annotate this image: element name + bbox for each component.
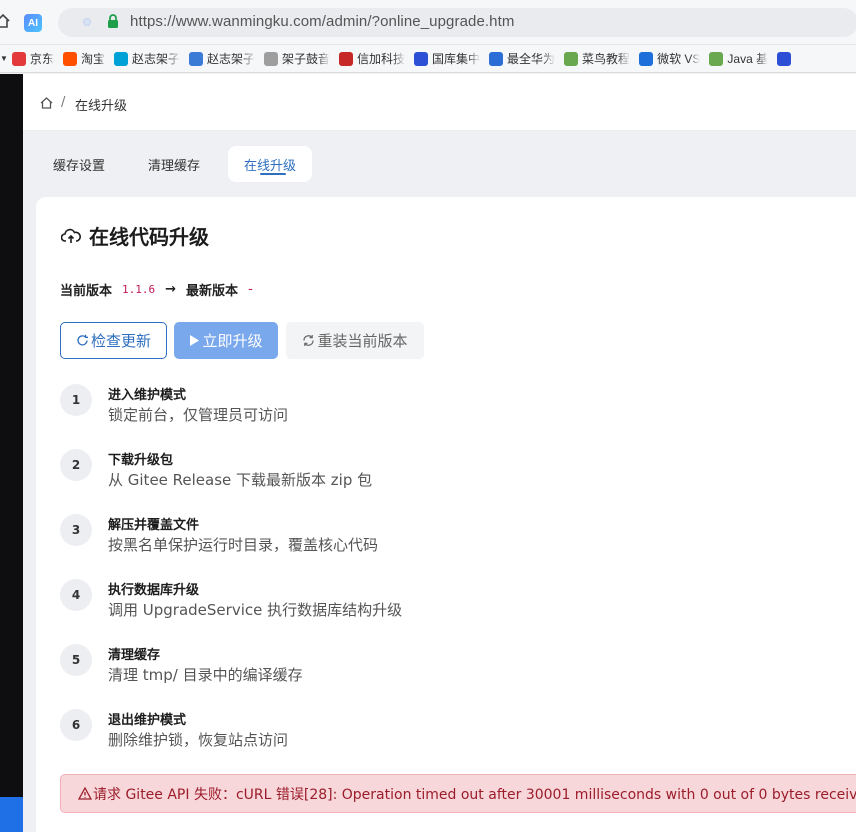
upgrade-now-label: 立即升级	[202, 332, 263, 350]
grid-icon	[489, 51, 504, 66]
breadcrumb-current: 在线升级	[75, 99, 128, 114]
check-update-button[interactable]: 检查更新	[60, 322, 167, 359]
step-description: 删除维护锁，恢复站点访问	[108, 731, 289, 749]
douyin-icon	[188, 51, 203, 66]
current-version-value: 1.1.6	[122, 283, 156, 296]
bookmarks-overflow-arrow-icon[interactable]: ▼	[0, 45, 8, 72]
bookmark-item[interactable]: 信加科技	[339, 45, 406, 72]
reload-icon	[303, 335, 315, 346]
step-number: 2	[60, 449, 92, 481]
reinstall-label: 重装当前版本	[317, 332, 408, 350]
bookmark-item[interactable]: 淘宝	[62, 45, 105, 72]
bookmark-label: 架子鼓音	[281, 52, 330, 66]
error-message: 请求 Gitee API 失败：cURL 错误[28]: Operation t…	[93, 786, 856, 803]
bookmark-label: 京东	[29, 52, 54, 66]
current-version-label: 当前版本	[60, 284, 113, 299]
step-item: 4 执行数据库升级 调用 UpgradeService 执行数据库结构升级	[60, 579, 760, 629]
breadcrumb-separator: /	[61, 95, 66, 110]
runoob-icon	[709, 51, 724, 66]
bookmark-label: Java 基	[727, 52, 769, 66]
bookmark-label: 微软 VS	[657, 52, 701, 66]
reinstall-button[interactable]: 重装当前版本	[286, 322, 424, 359]
step-number: 5	[60, 644, 92, 676]
step-number: 4	[60, 579, 92, 611]
bilibili-icon	[113, 51, 128, 66]
step-description: 按黑名单保护运行时目录，覆盖核心代码	[108, 536, 379, 554]
jd-icon	[11, 51, 26, 66]
latest-version-value: -	[248, 282, 253, 297]
paw-icon	[777, 51, 792, 66]
step-title: 退出维护模式	[108, 713, 187, 728]
bookmark-label: 国库集中	[432, 52, 481, 66]
taobao-icon	[62, 51, 77, 66]
version-info: 当前版本 1.1.6 → 最新版本 -	[60, 280, 253, 299]
step-description: 锁定前台，仅管理员可访问	[108, 406, 289, 424]
lock-icon[interactable]	[107, 14, 119, 28]
step-number: 6	[60, 709, 92, 741]
bookmark-label: 菜鸟教程	[582, 52, 631, 66]
step-item: 3 解压并覆盖文件 按黑名单保护运行时目录，覆盖核心代码	[60, 514, 760, 564]
step-number: 3	[60, 514, 92, 546]
step-item: 5 清理缓存 清理 tmp/ 目录中的编译缓存	[60, 644, 760, 694]
bookmark-label: 最全华为	[507, 52, 556, 66]
step-title: 执行数据库升级	[108, 583, 200, 598]
ai-assistant-icon[interactable]: AI	[24, 14, 42, 32]
refresh-icon	[77, 334, 88, 346]
bookmark-item[interactable]: 最全华为	[489, 45, 556, 72]
step-description: 调用 UpgradeService 执行数据库结构升级	[108, 601, 403, 619]
page-title-text: 在线代码升级	[89, 225, 209, 249]
page-title: 在线代码升级	[61, 221, 209, 250]
warning-icon	[78, 787, 92, 800]
vscode-icon	[639, 51, 654, 66]
bookmark-item[interactable]: 架子鼓音	[263, 45, 330, 72]
step-item: 2 下载升级包 从 Gitee Release 下载最新版本 zip 包	[60, 449, 760, 499]
bookmark-item[interactable]: 京东	[11, 45, 54, 72]
error-alert: 请求 Gitee API 失败：cURL 错误[28]: Operation t…	[60, 774, 856, 813]
bookmark-label: 赵志架子	[206, 52, 255, 66]
brand-icon	[339, 51, 353, 66]
step-number: 1	[60, 384, 92, 416]
version-arrow: →	[165, 282, 177, 297]
bookmarks-bar: ▼ 京东 淘宝 赵志架子 赵志架子 架子鼓音 信加科技 国库集中 最全华为 菜鸟教程 微软 VS Ja…	[0, 45, 856, 73]
bookmark-item[interactable]: Java 基	[709, 45, 769, 72]
bookmark-label: 信加科技	[357, 52, 406, 66]
play-icon	[190, 335, 200, 346]
browser-address-bar: AI https://www.wanmingku.com/admin/?onli…	[0, 0, 856, 45]
bookmark-item[interactable]: 菜鸟教程	[564, 45, 631, 72]
top-header: / 在线升级	[23, 74, 856, 131]
home-icon[interactable]	[0, 14, 10, 28]
home-icon[interactable]	[40, 97, 53, 109]
step-title: 解压并覆盖文件	[108, 518, 200, 533]
bookmark-item[interactable]: 赵志架子	[113, 45, 180, 72]
bookmark-item[interactable]: 赵志架子	[188, 45, 255, 72]
bookmark-item[interactable]	[777, 45, 795, 72]
paw-icon	[414, 51, 429, 66]
tab-online-upgrade[interactable]: 在线升级	[228, 146, 313, 182]
step-description: 清理 tmp/ 目录中的编译缓存	[108, 666, 303, 684]
url-text[interactable]: https://www.wanmingku.com/admin/?online_…	[130, 13, 514, 30]
bookmark-item[interactable]: 国库集中	[414, 45, 481, 72]
tab-cache-settings[interactable]: 缓存设置	[37, 146, 121, 182]
step-title: 下载升级包	[108, 453, 174, 468]
bookmark-label: 淘宝	[80, 52, 105, 66]
sidebar-active-indicator[interactable]	[0, 797, 23, 832]
admin-sidebar	[0, 74, 23, 832]
step-title: 进入维护模式	[108, 388, 187, 403]
upgrade-now-button[interactable]: 立即升级	[174, 322, 278, 359]
step-item: 6 退出维护模式 删除维护锁，恢复站点访问	[60, 709, 760, 759]
bookmark-label: 赵志架子	[131, 52, 180, 66]
runoob-icon	[564, 51, 579, 66]
step-item: 1 进入维护模式 锁定前台，仅管理员可访问	[60, 384, 760, 434]
site-info-icon[interactable]	[80, 15, 94, 29]
bookmark-item[interactable]: 微软 VS	[639, 45, 701, 72]
gear-icon	[263, 51, 278, 66]
step-description: 从 Gitee Release 下载最新版本 zip 包	[108, 471, 373, 489]
check-update-label: 检查更新	[90, 332, 151, 350]
cloud-upload-icon	[61, 228, 81, 243]
latest-version-label: 最新版本	[186, 284, 239, 299]
step-title: 清理缓存	[108, 648, 161, 663]
tab-clear-cache[interactable]: 清理缓存	[132, 146, 216, 182]
